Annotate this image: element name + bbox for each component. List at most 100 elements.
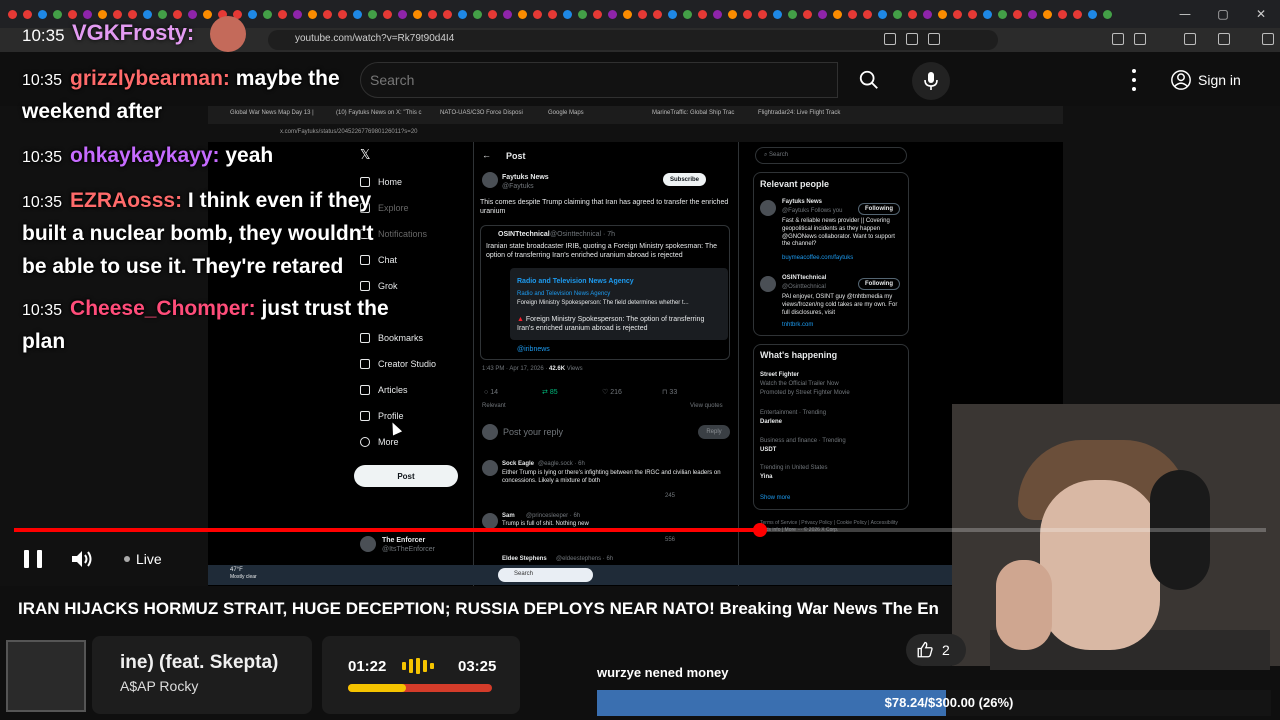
browser-tab-favicon[interactable]	[278, 10, 287, 19]
browser-tab-favicon[interactable]	[473, 10, 482, 19]
browser-tab-favicon[interactable]	[938, 10, 947, 19]
browser-tab-favicon[interactable]	[158, 10, 167, 19]
browser-tab-favicon[interactable]	[248, 10, 257, 19]
browser-tab-favicon[interactable]	[1088, 10, 1097, 19]
browser-tab-favicon[interactable]	[398, 10, 407, 19]
browser-tab-favicon[interactable]	[878, 10, 887, 19]
browser-tab-favicon[interactable]	[368, 10, 377, 19]
browser-tab-favicon[interactable]	[98, 10, 107, 19]
browser-tab-favicon[interactable]	[833, 10, 842, 19]
browser-tab-favicon[interactable]	[518, 10, 527, 19]
settings-icon[interactable]	[1262, 33, 1274, 45]
browser-tab-favicon[interactable]	[383, 10, 392, 19]
browser-tab-favicon[interactable]	[788, 10, 797, 19]
browser-tab-favicon[interactable]	[563, 10, 572, 19]
browser-tab-favicon[interactable]	[293, 10, 302, 19]
browser-tab-favicon[interactable]	[803, 10, 812, 19]
browser-tab-favicon[interactable]	[128, 10, 137, 19]
tg-body: ▲ Foreign Ministry Spokesperson: The opt…	[517, 316, 705, 333]
browser-tab-favicon[interactable]	[743, 10, 752, 19]
voice-search-button[interactable]	[912, 62, 950, 100]
account-name: The Enforcer	[382, 537, 426, 544]
browser-tab-favicon[interactable]	[578, 10, 587, 19]
repost-count: ⇄ 85	[542, 389, 558, 396]
sign-in-button[interactable]: Sign in	[1160, 64, 1251, 96]
zoom-icon[interactable]	[906, 33, 918, 45]
like-button[interactable]: 2	[906, 634, 966, 666]
browser-tab-favicon[interactable]	[23, 10, 32, 19]
browser-tab-favicon[interactable]	[1103, 10, 1112, 19]
browser-tab-favicon[interactable]	[53, 10, 62, 19]
browser-tab-favicon[interactable]	[188, 10, 197, 19]
browser-tab-favicon[interactable]	[38, 10, 47, 19]
browser-tab-favicon[interactable]	[323, 10, 332, 19]
browser-tab-favicon[interactable]	[83, 10, 92, 19]
browser-tab-favicon[interactable]	[668, 10, 677, 19]
browser-tab-favicon[interactable]	[1043, 10, 1052, 19]
browser-tab-favicon[interactable]	[503, 10, 512, 19]
browser-tab-favicon[interactable]	[263, 10, 272, 19]
browser-tab-favicon[interactable]	[818, 10, 827, 19]
browser-tab-favicon[interactable]	[638, 10, 647, 19]
browser-tab-favicon[interactable]	[983, 10, 992, 19]
browser-tab-favicon[interactable]	[653, 10, 662, 19]
person-bio: PAI enjoyer, OSINT guy @tnhtbmedia my vi…	[782, 294, 898, 316]
volume-button[interactable]	[70, 548, 94, 570]
browser-tab-favicon[interactable]	[143, 10, 152, 19]
browser-tab-favicon[interactable]	[698, 10, 707, 19]
search-input[interactable]	[360, 62, 838, 98]
screenshot-icon[interactable]	[1134, 33, 1146, 45]
browser-tab-favicon[interactable]	[1073, 10, 1082, 19]
settings-menu-button[interactable]	[1126, 66, 1142, 94]
browser-tab-favicon[interactable]	[998, 10, 1007, 19]
browser-tab-favicon[interactable]	[623, 10, 632, 19]
x-nav-articles: Articles	[360, 385, 408, 395]
sidebar-icon[interactable]	[1184, 33, 1196, 45]
browser-tab-favicon[interactable]	[443, 10, 452, 19]
browser-tab-favicon[interactable]	[8, 10, 17, 19]
browser-tab-favicon[interactable]	[353, 10, 362, 19]
browser-tab-favicon[interactable]	[593, 10, 602, 19]
browser-tab-favicon[interactable]	[773, 10, 782, 19]
browser-tab-favicon[interactable]	[533, 10, 542, 19]
share-icon[interactable]	[928, 33, 940, 45]
browser-tab-favicon[interactable]	[1013, 10, 1022, 19]
browser-tab-favicon[interactable]	[683, 10, 692, 19]
x-logo-icon: 𝕏	[360, 148, 371, 163]
address-url[interactable]: youtube.com/watch?v=Rk79t90d4I4	[295, 33, 454, 44]
browser-tab-favicon[interactable]	[953, 10, 962, 19]
browser-tab-favicon[interactable]	[413, 10, 422, 19]
pause-button[interactable]	[24, 550, 42, 570]
close-window-button[interactable]: ✕	[1242, 0, 1280, 28]
live-indicator[interactable]: Live	[124, 551, 162, 567]
browser-tab-favicon[interactable]	[923, 10, 932, 19]
browser-tab-favicon[interactable]	[428, 10, 437, 19]
browser-tab-favicon[interactable]	[908, 10, 917, 19]
search-button[interactable]	[838, 62, 900, 98]
cast-icon[interactable]	[884, 33, 896, 45]
browser-tab-favicon[interactable]	[458, 10, 467, 19]
browser-tab-favicon[interactable]	[308, 10, 317, 19]
browser-tab-favicon[interactable]	[968, 10, 977, 19]
browser-tab-favicon[interactable]	[728, 10, 737, 19]
browser-tab-favicon[interactable]	[203, 10, 212, 19]
browser-tab-favicon[interactable]	[713, 10, 722, 19]
extensions-icon[interactable]	[1112, 33, 1124, 45]
browser-tab-favicon[interactable]	[68, 10, 77, 19]
browser-tab-favicon[interactable]	[608, 10, 617, 19]
browser-tab-favicon[interactable]	[893, 10, 902, 19]
browser-tab-favicon[interactable]	[338, 10, 347, 19]
browser-tab-favicon[interactable]	[488, 10, 497, 19]
browser-tab-favicon[interactable]	[113, 10, 122, 19]
browser-tab-favicon[interactable]	[548, 10, 557, 19]
minimize-button[interactable]: —	[1166, 0, 1204, 28]
maximize-button[interactable]: ▢	[1204, 0, 1242, 28]
browser-tab-favicon[interactable]	[173, 10, 182, 19]
tg-channel: Radio and Television News Agency	[517, 278, 634, 285]
browser-tab-favicon[interactable]	[863, 10, 872, 19]
menu-icon[interactable]	[1218, 33, 1230, 45]
browser-tab-favicon[interactable]	[848, 10, 857, 19]
browser-tab-favicon[interactable]	[1058, 10, 1067, 19]
browser-tab-favicon[interactable]	[758, 10, 767, 19]
browser-tab-favicon[interactable]	[1028, 10, 1037, 19]
